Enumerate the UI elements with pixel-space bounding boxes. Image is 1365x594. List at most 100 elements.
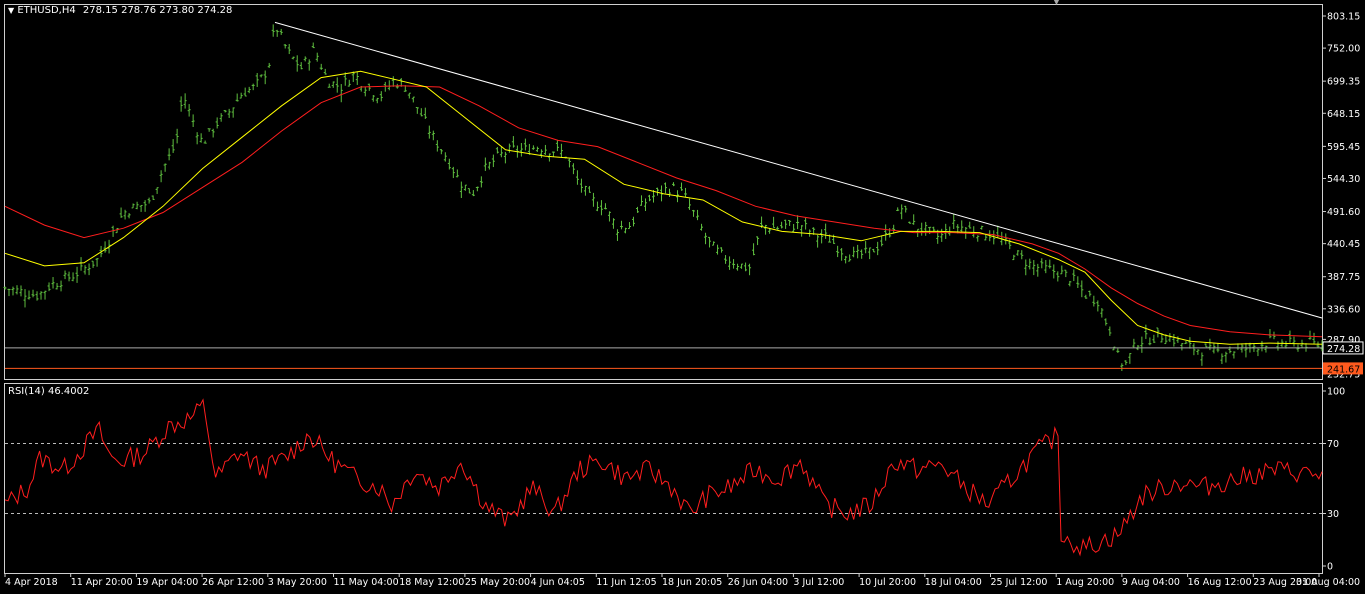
price-bar	[259, 74, 263, 78]
price-bar	[211, 128, 215, 138]
price-bar	[728, 256, 732, 270]
price-bar	[1116, 348, 1120, 353]
price-bar	[1120, 363, 1124, 371]
support-level-tag-label: 241.67	[1327, 364, 1360, 375]
fast-moving-average-line	[4, 70, 1323, 345]
price-bar	[712, 241, 716, 246]
chart-canvas[interactable]: 803.15 752.00 699.35 648.15 595.45 544.30 491.…	[0, 0, 1365, 594]
scroll-marker-icon[interactable]: ▼	[1053, 0, 1060, 7]
price-bar	[804, 217, 808, 230]
slow-moving-average-line	[4, 85, 1323, 338]
price-bar	[459, 181, 463, 199]
price-bar	[952, 213, 956, 230]
price-bar	[668, 188, 672, 198]
price-bar	[467, 188, 471, 194]
price-bar	[1056, 271, 1060, 282]
header-arrow-icon[interactable]: ▼	[8, 6, 14, 15]
price-bar	[587, 186, 591, 193]
price-bar	[311, 42, 315, 49]
price-bar	[972, 226, 976, 238]
price-bar	[1268, 329, 1272, 339]
price-bar	[327, 83, 331, 88]
price-bar	[864, 241, 868, 254]
price-bar	[507, 143, 511, 153]
price-bar	[419, 108, 423, 117]
price-bar	[724, 255, 728, 264]
price-bar	[1100, 308, 1104, 318]
price-bar	[291, 56, 295, 60]
price-bar	[255, 73, 259, 87]
price-bar	[776, 226, 780, 230]
price-bar	[780, 221, 784, 229]
price-bar	[896, 207, 900, 212]
price-bar	[1108, 326, 1112, 336]
price-bar	[355, 71, 359, 85]
price-bar	[1012, 254, 1016, 261]
price-bar	[375, 97, 379, 104]
price-bar	[315, 52, 319, 62]
price-bar	[1264, 345, 1268, 353]
price-bar	[27, 290, 31, 300]
price-bar	[163, 163, 167, 172]
price-bar	[924, 221, 928, 236]
price-bar	[91, 260, 95, 268]
price-bar	[800, 225, 804, 237]
price-bar	[171, 139, 175, 153]
price-bar	[551, 151, 555, 157]
price-bar	[235, 93, 239, 102]
price-bar	[7, 288, 11, 297]
price-bar	[1048, 259, 1052, 269]
price-bar	[692, 209, 696, 217]
price-bar	[555, 140, 559, 152]
price-bar	[151, 195, 155, 200]
price-bar	[1064, 269, 1068, 278]
price-axis-label: 595.45	[1327, 142, 1360, 153]
price-bar	[635, 206, 639, 213]
axis-layer: 803.15 752.00 699.35 648.15 595.45 544.30 491.…	[4, 12, 1364, 588]
price-bar	[740, 263, 744, 269]
price-bar	[283, 44, 287, 49]
price-bar	[575, 170, 579, 185]
price-bar	[1204, 343, 1208, 348]
price-bar	[716, 244, 720, 255]
price-bar	[696, 209, 700, 221]
price-bar	[139, 204, 143, 212]
price-bar	[1104, 318, 1108, 326]
price-bar	[371, 94, 375, 102]
price-axis-label: 699.35	[1327, 77, 1360, 88]
price-bar	[1144, 324, 1148, 339]
price-bar	[1232, 351, 1236, 359]
price-bar	[856, 244, 860, 259]
price-bar	[688, 198, 692, 210]
price-bar	[764, 224, 768, 235]
price-bar	[35, 291, 39, 301]
price-bar	[347, 79, 351, 87]
price-bar	[784, 219, 788, 229]
price-bar	[788, 219, 792, 226]
price-bar	[391, 76, 395, 87]
price-bar	[307, 59, 311, 71]
price-bar	[55, 282, 59, 290]
price-bar	[599, 200, 603, 216]
price-bar	[904, 205, 908, 213]
price-bar	[51, 277, 55, 289]
price-bar	[639, 195, 643, 206]
rsi-title: RSI(14) 46.4002	[8, 386, 90, 397]
price-bar	[215, 117, 219, 129]
price-bar	[976, 235, 980, 242]
price-bar	[752, 243, 756, 256]
price-axis-label: 336.60	[1327, 304, 1360, 315]
price-bar	[271, 24, 275, 37]
price-bar	[187, 104, 191, 117]
price-bar	[647, 194, 651, 202]
price-bar	[523, 138, 527, 151]
price-bar	[1276, 341, 1280, 351]
price-bar	[499, 146, 503, 158]
price-bar	[79, 257, 83, 271]
price-bar	[487, 161, 491, 170]
price-bar	[131, 203, 135, 209]
price-bar	[1004, 233, 1008, 245]
price-bar	[1096, 300, 1100, 312]
price-bar	[239, 92, 243, 99]
price-bar	[1112, 346, 1116, 351]
